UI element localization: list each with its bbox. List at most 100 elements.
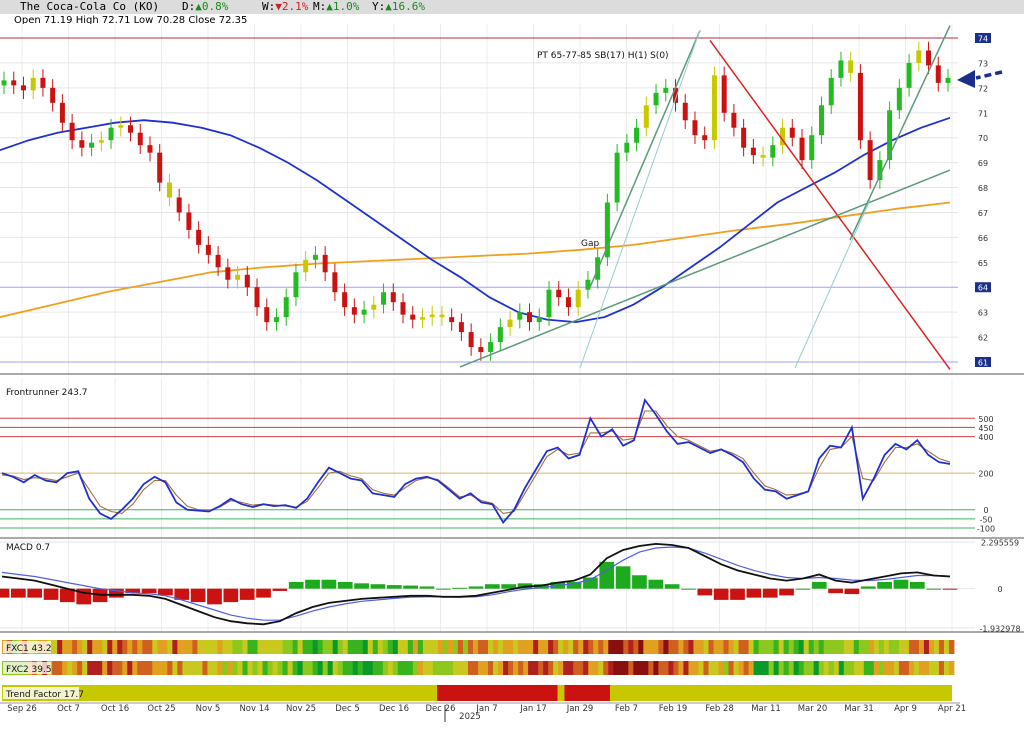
candle-body bbox=[283, 297, 289, 318]
candle-body bbox=[30, 77, 36, 91]
heat-cell bbox=[513, 640, 519, 654]
heat-cell bbox=[813, 661, 820, 675]
candle-body bbox=[312, 254, 318, 260]
heat-cell bbox=[903, 640, 910, 654]
heat-cell bbox=[367, 661, 374, 675]
heat-cell bbox=[397, 640, 404, 654]
candle-body bbox=[273, 317, 279, 323]
heat-cell bbox=[442, 661, 449, 675]
candle-body bbox=[789, 127, 795, 138]
heat-cell bbox=[523, 661, 529, 675]
macd-hist-bar bbox=[860, 586, 876, 589]
heat-cell bbox=[387, 640, 394, 654]
heat-cell bbox=[317, 661, 324, 675]
heat-cell bbox=[447, 661, 454, 675]
heat-cell bbox=[142, 640, 148, 654]
heat-cell bbox=[462, 661, 469, 675]
candle-body bbox=[867, 140, 873, 181]
heat-cell bbox=[933, 661, 940, 675]
candle-body bbox=[254, 287, 260, 308]
heat-cell bbox=[207, 640, 213, 654]
heat-cell bbox=[232, 661, 238, 675]
heat-cell bbox=[77, 640, 83, 654]
macd-hist-bar bbox=[158, 588, 173, 596]
heat-cell bbox=[127, 640, 133, 654]
heat-cell bbox=[82, 661, 88, 675]
heat-cell bbox=[147, 661, 153, 675]
heat-cell bbox=[197, 661, 203, 675]
heat-cell bbox=[72, 640, 78, 654]
heat-cell bbox=[628, 640, 634, 654]
heat-cell bbox=[928, 661, 935, 675]
heat-cell bbox=[112, 661, 118, 675]
heat-cell bbox=[227, 640, 233, 654]
macd-hist-bar bbox=[713, 588, 729, 600]
heat-cell bbox=[648, 661, 654, 675]
heat-cell bbox=[668, 640, 674, 654]
heat-cell bbox=[743, 661, 749, 675]
candle-body bbox=[527, 312, 533, 323]
y-tick-label: 71 bbox=[978, 109, 988, 118]
heat-cell bbox=[658, 640, 664, 654]
stock-chart[interactable]: 61 62 63 64 65 66 67 68 69 70 71 72 73 74 PT 65-77-85 … bbox=[0, 0, 1024, 735]
heat-cell bbox=[152, 640, 158, 654]
heat-cell bbox=[402, 640, 409, 654]
candle-body bbox=[468, 332, 474, 348]
heat-cell bbox=[798, 661, 805, 675]
macd-hist-bar bbox=[321, 579, 337, 589]
heat-cell bbox=[52, 661, 58, 675]
heat-cell bbox=[457, 661, 464, 675]
heat-cell bbox=[588, 661, 594, 675]
heat-cell bbox=[467, 661, 474, 675]
heat-cell bbox=[132, 640, 138, 654]
heat-cell bbox=[488, 640, 494, 654]
macd-hist-bar bbox=[648, 579, 664, 589]
x-tick-label: Mar 11 bbox=[751, 704, 781, 714]
heat-cell bbox=[913, 640, 920, 654]
heat-cell bbox=[603, 661, 609, 675]
candle-body bbox=[770, 145, 776, 158]
heat-cell bbox=[673, 661, 679, 675]
heat-label: FXC2 39.5 bbox=[6, 665, 52, 675]
heat-cell bbox=[342, 640, 349, 654]
candle-body bbox=[108, 127, 114, 141]
heat-cell bbox=[397, 661, 404, 675]
heat-cell bbox=[713, 661, 719, 675]
heat-cell bbox=[222, 640, 228, 654]
heat-cell bbox=[683, 661, 689, 675]
heat-cell bbox=[613, 640, 619, 654]
heat-cell bbox=[663, 661, 669, 675]
heat-cell bbox=[312, 661, 319, 675]
heat-cell bbox=[693, 661, 699, 675]
heat-cell bbox=[317, 640, 324, 654]
macd-hist-bar bbox=[730, 588, 745, 600]
heat-cell bbox=[738, 661, 744, 675]
heat-cell bbox=[883, 661, 890, 675]
candle-body bbox=[556, 289, 562, 298]
heat-cell bbox=[147, 640, 153, 654]
heat-cell bbox=[302, 640, 309, 654]
trend-factor-segment bbox=[437, 685, 558, 701]
y-tick-label: 65 bbox=[978, 259, 988, 268]
macd-hist-bar bbox=[288, 581, 304, 589]
macd-hist-bar bbox=[828, 588, 843, 594]
heat-cell bbox=[347, 661, 354, 675]
heat-cell bbox=[417, 661, 424, 675]
heat-cell bbox=[723, 661, 729, 675]
heat-cell bbox=[658, 661, 664, 675]
year-label: 2025 bbox=[459, 712, 481, 722]
heat-cell bbox=[928, 640, 935, 654]
heat-cell bbox=[392, 661, 399, 675]
heat-cell bbox=[733, 661, 739, 675]
heat-cell bbox=[217, 640, 223, 654]
heat-cell bbox=[347, 640, 354, 654]
heat-cell bbox=[192, 661, 198, 675]
y-tick-label: 73 bbox=[978, 59, 988, 68]
heat-cell bbox=[923, 661, 930, 675]
macd-hist-bar bbox=[762, 588, 778, 598]
candle-body bbox=[235, 274, 241, 280]
heat-cell bbox=[933, 640, 940, 654]
macd-hist-bar bbox=[0, 588, 10, 598]
x-tick-label: Mar 20 bbox=[798, 704, 828, 714]
heat-cell bbox=[718, 661, 724, 675]
